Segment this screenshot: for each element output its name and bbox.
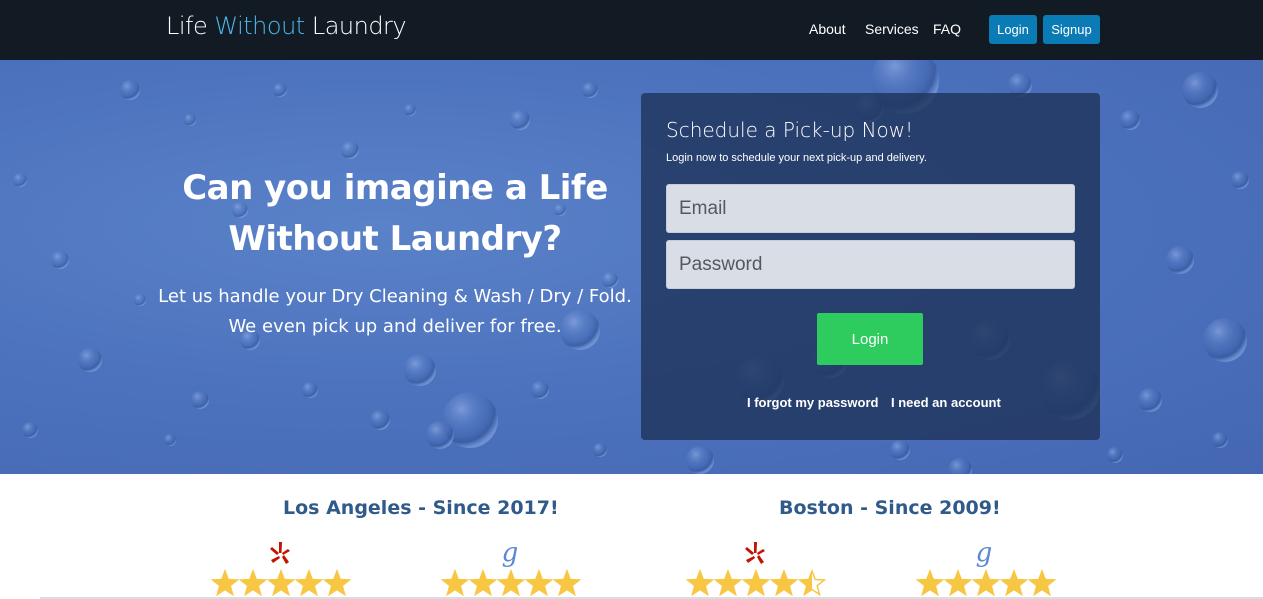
email-field[interactable] xyxy=(666,184,1075,233)
nav-signup-button[interactable]: Signup xyxy=(1043,15,1100,44)
login-panel: Schedule a Pick-up Now! Login now to sch… xyxy=(641,93,1100,440)
star-full-icon xyxy=(973,571,999,595)
star-full-icon xyxy=(324,571,350,595)
star-full-icon xyxy=(687,571,713,595)
star-rating-boston-google xyxy=(916,568,1056,597)
google-icon[interactable]: g xyxy=(497,540,523,568)
logo-text-without: Without xyxy=(214,12,305,40)
logo-text-life: Life xyxy=(166,12,215,40)
svg-text:g: g xyxy=(502,540,519,568)
star-full-icon xyxy=(715,571,741,595)
password-field[interactable] xyxy=(666,240,1075,289)
hero-subheading-line1: Let us handle your Dry Cleaning & Wash /… xyxy=(158,286,632,307)
star-full-icon xyxy=(743,571,769,595)
hero-heading: Can you imagine a Life Without Laundry? xyxy=(182,168,608,259)
star-full-icon xyxy=(212,571,238,595)
need-account-link[interactable]: I need an account xyxy=(891,395,1001,410)
star-rating-la-google xyxy=(441,568,581,597)
city-heading-los-angeles: Los Angeles - Since 2017! xyxy=(283,497,559,519)
nav-link-faq[interactable]: FAQ xyxy=(933,21,961,37)
nav-link-about[interactable]: About xyxy=(809,21,846,37)
logo-text-laundry: Laundry xyxy=(304,12,407,40)
star-full-icon xyxy=(296,571,322,595)
star-full-icon xyxy=(1001,571,1027,595)
svg-text:g: g xyxy=(976,540,993,568)
star-full-icon xyxy=(470,571,496,595)
hero-subheading: Let us handle your Dry Cleaning & Wash /… xyxy=(150,282,640,342)
star-full-icon xyxy=(1029,571,1055,595)
city-heading-boston: Boston - Since 2009! xyxy=(779,497,1001,519)
star-full-icon xyxy=(917,571,943,595)
hero-section: Can you imagine a Life Without Laundry? … xyxy=(0,60,1263,474)
star-full-icon xyxy=(945,571,971,595)
site-logo[interactable]: Life Without Laundry xyxy=(166,12,407,40)
login-panel-subtitle: Login now to schedule your next pick-up … xyxy=(666,152,927,164)
hero-subheading-line2: We even pick up and deliver for free. xyxy=(228,316,562,337)
nav-login-button[interactable]: Login xyxy=(989,15,1037,44)
star-full-icon xyxy=(442,571,468,595)
login-panel-title: Schedule a Pick-up Now! xyxy=(666,118,914,142)
google-icon[interactable]: g xyxy=(971,540,997,568)
yelp-icon[interactable] xyxy=(267,540,293,568)
forgot-password-link[interactable]: I forgot my password xyxy=(747,395,878,410)
star-full-icon xyxy=(240,571,266,595)
star-rating-la-yelp xyxy=(211,568,351,597)
star-full-icon xyxy=(268,571,294,595)
star-full-icon xyxy=(526,571,552,595)
nav-link-services[interactable]: Services xyxy=(865,21,919,37)
star-rating-boston-yelp xyxy=(686,568,826,597)
star-full-icon xyxy=(498,571,524,595)
star-full-icon xyxy=(554,571,580,595)
yelp-icon[interactable] xyxy=(742,540,768,568)
login-submit-button[interactable]: Login xyxy=(817,313,923,365)
navbar: Life Without Laundry About Services FAQ … xyxy=(0,0,1263,60)
star-full-icon xyxy=(771,571,797,595)
